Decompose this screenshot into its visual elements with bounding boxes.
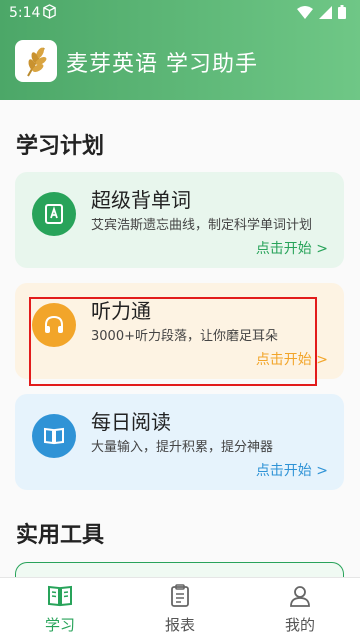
tab-label: 报表 <box>164 616 195 634</box>
highlight-box <box>29 297 317 386</box>
start-link[interactable]: 点击开始 > <box>256 238 328 258</box>
card-reading[interactable]: 每日阅读 大量输入，提升积累，提分神器 点击开始 > <box>15 394 344 490</box>
tab-label: 我的 <box>284 616 315 634</box>
card-description: 大量输入，提升积累，提分神器 <box>91 440 274 455</box>
open-book-icon <box>32 414 76 458</box>
wifi-icon <box>297 5 313 19</box>
app-title: 麦芽英语 学习助手 <box>66 52 258 77</box>
app-header: 5:14 麦芽英语 学习助手 <box>0 0 360 100</box>
card-title: 超级背单词 <box>91 188 191 212</box>
status-bar: 5:14 <box>0 0 360 26</box>
tab-label: 学习 <box>44 616 75 634</box>
section-title-plan: 学习计划 <box>16 134 105 159</box>
section-title-tools: 实用工具 <box>16 523 105 548</box>
tab-study[interactable]: 学习 <box>0 578 120 640</box>
battery-icon <box>338 5 346 19</box>
card-title: 每日阅读 <box>91 410 171 434</box>
app-logo <box>15 40 57 82</box>
app-notification-icon <box>43 4 56 19</box>
clipboard-icon <box>171 584 189 607</box>
card-vocabulary[interactable]: 超级背单词 艾宾浩斯遗忘曲线，制定科学单词计划 点击开始 > <box>15 172 344 268</box>
tab-report[interactable]: 报表 <box>120 578 240 640</box>
book-a-icon <box>32 192 76 236</box>
start-link[interactable]: 点击开始 > <box>256 460 328 480</box>
signal-icon <box>319 5 332 19</box>
user-icon <box>290 586 310 607</box>
card-description: 艾宾浩斯遗忘曲线，制定科学单词计划 <box>91 218 313 233</box>
tab-mine[interactable]: 我的 <box>240 578 360 640</box>
study-book-icon <box>48 585 72 607</box>
status-time: 5:14 <box>9 5 41 21</box>
bottom-tab-bar: 学习 报表 我的 <box>0 577 360 640</box>
wheat-icon <box>27 47 47 77</box>
